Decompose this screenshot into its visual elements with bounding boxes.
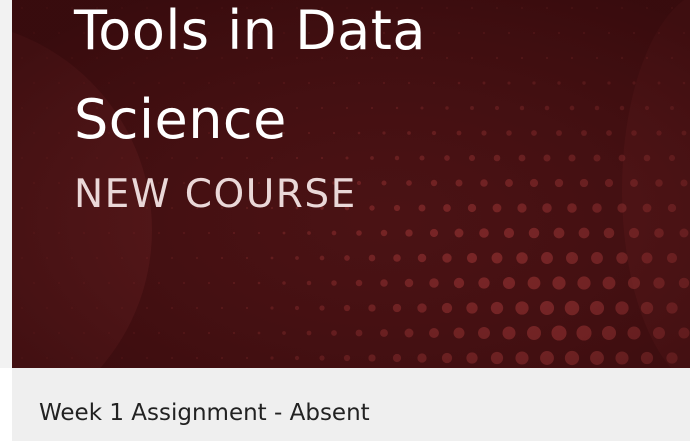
assignment-title[interactable]: Week 1 Assignment - Absent (39, 399, 370, 427)
left-margin-strip (0, 0, 12, 368)
course-card[interactable]: Tools in Data Science NEW COURSE Week 1 … (0, 0, 690, 441)
card-footer[interactable]: Week 1 Assignment - Absent (12, 368, 690, 441)
course-title: Tools in Data Science (74, 0, 427, 151)
course-status-label: NEW COURSE (74, 172, 357, 217)
course-banner[interactable]: Tools in Data Science NEW COURSE (12, 0, 690, 368)
